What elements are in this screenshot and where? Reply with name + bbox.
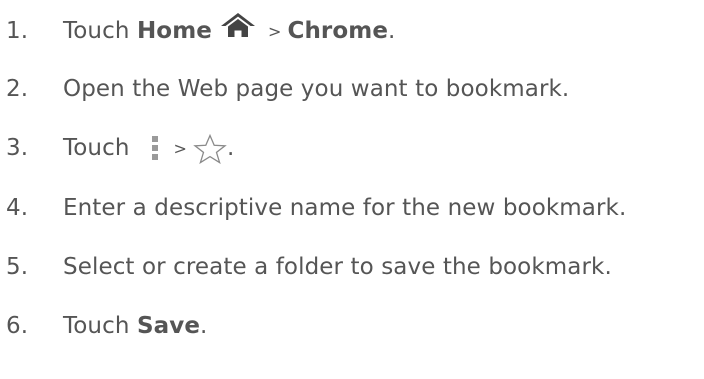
step-number: 1. bbox=[6, 17, 29, 44]
touch-word: Touch bbox=[63, 134, 130, 161]
step-number: 4. bbox=[6, 194, 29, 221]
period: . bbox=[388, 17, 396, 44]
step-3: 3. Touch > . bbox=[0, 128, 234, 168]
step-2: 2. Open the Web page you want to bookmar… bbox=[0, 69, 569, 109]
step-text: Open the Web page you want to bookmark. bbox=[63, 75, 570, 102]
home-label: Home bbox=[136, 17, 212, 44]
chrome-label: Chrome bbox=[287, 17, 389, 44]
step-number: 2. bbox=[6, 75, 29, 102]
instruction-steps: 1. Touch Home > Chrome. 2. Open the Web … bbox=[0, 0, 704, 379]
touch-word: Touch bbox=[63, 17, 130, 44]
save-label: Save bbox=[136, 312, 201, 339]
separator: > bbox=[173, 139, 188, 158]
period: . bbox=[227, 134, 235, 161]
separator: > bbox=[267, 22, 282, 41]
step-5: 5. Select or create a folder to save the… bbox=[0, 247, 612, 287]
step-number: 6. bbox=[6, 312, 29, 339]
home-icon bbox=[220, 12, 256, 38]
step-number: 3. bbox=[6, 134, 29, 161]
star-outline-icon bbox=[193, 134, 227, 164]
step-6: 6. Touch Save. bbox=[0, 306, 207, 346]
touch-word: Touch bbox=[63, 312, 130, 339]
step-1: 1. Touch Home > Chrome. bbox=[0, 11, 395, 51]
step-text: Touch Home bbox=[63, 17, 212, 44]
step-text-tail: Chrome. bbox=[287, 17, 396, 44]
vertical-menu-icon bbox=[151, 136, 158, 160]
step-number: 5. bbox=[6, 253, 29, 280]
step-4: 4. Enter a descriptive name for the new … bbox=[0, 188, 626, 228]
step-text: Select or create a folder to save the bo… bbox=[63, 253, 612, 280]
step-text: Touch Save. bbox=[63, 312, 208, 339]
period: . bbox=[200, 312, 208, 339]
step-text: Enter a descriptive name for the new boo… bbox=[63, 194, 627, 221]
